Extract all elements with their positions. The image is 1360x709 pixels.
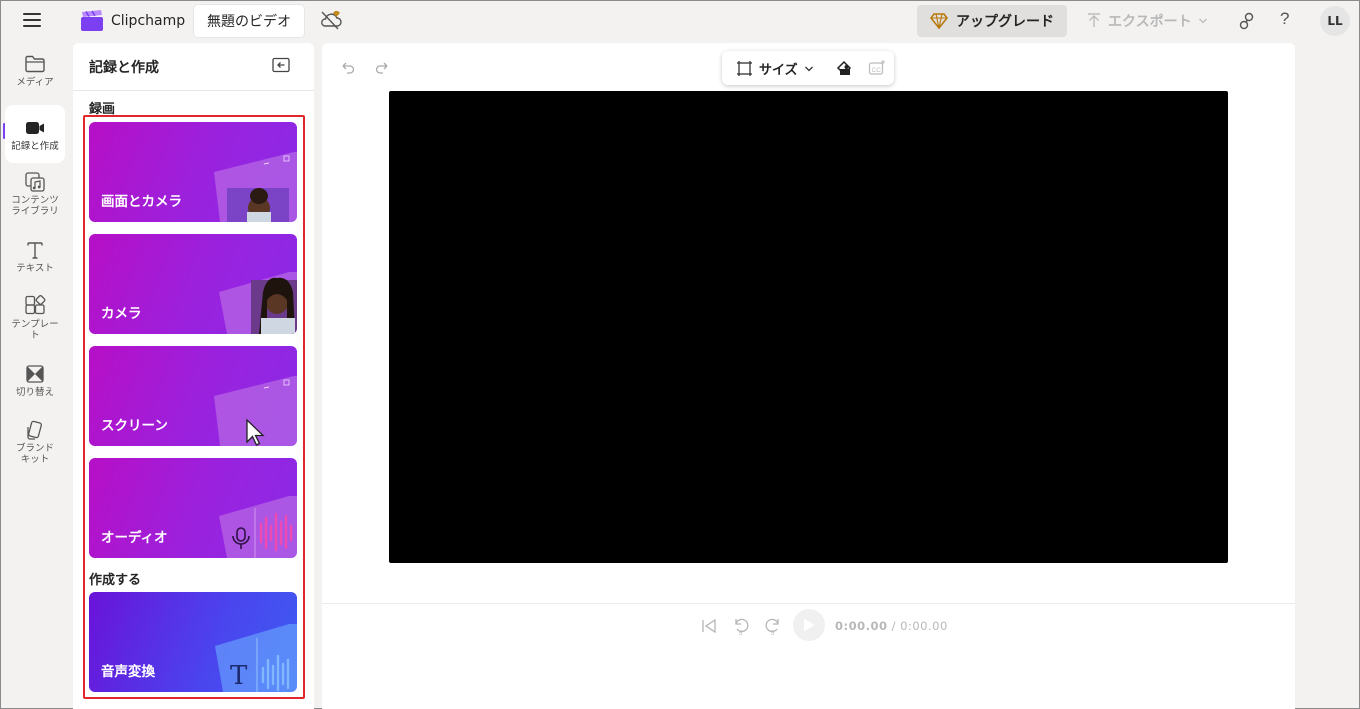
play-button[interactable] <box>793 609 825 641</box>
export-button[interactable]: エクスポート <box>1086 5 1216 37</box>
upgrade-label: アップグレード <box>956 14 1054 30</box>
rail-label: メディア <box>16 77 54 88</box>
top-bar: Clipchamp 無題のビデオ アップグレード エクスポート ? LL <box>1 1 1359 41</box>
chevron-down-icon <box>804 66 813 71</box>
rewind-5s-icon[interactable]: 5 <box>732 616 750 636</box>
export-label: エクスポート <box>1108 14 1192 30</box>
screen-and-camera-card[interactable]: 画面とカメラ <box>89 122 297 222</box>
card-label: 画面とカメラ <box>101 194 182 210</box>
text-to-speech-card[interactable]: T 音声変換 <box>89 592 297 692</box>
rail-label: ライブラリ <box>11 205 59 217</box>
record-create-panel: 記録と作成 録画 画面とカメラ カメラ スクリーン オーディオ 作成する T 音… <box>73 43 314 709</box>
rail-item-brand-kit[interactable]: ブランド キット <box>5 419 65 465</box>
content-library-icon <box>25 172 45 192</box>
current-time: 0:00.00 <box>835 619 888 633</box>
chevron-down-icon <box>1198 18 1207 24</box>
transitions-icon <box>26 365 44 383</box>
camera-card[interactable]: カメラ <box>89 234 297 334</box>
screen-camera-illustration-icon <box>214 152 297 222</box>
resize-icon <box>737 61 752 76</box>
clipchamp-logo-icon <box>81 10 103 31</box>
folder-icon <box>25 55 45 73</box>
rail-label: テキスト <box>16 263 54 274</box>
rail-label: ト <box>30 329 40 341</box>
playback-controls: 5 5 0:00.00 / 0:00.00 <box>700 609 960 643</box>
time-separator: / <box>887 619 901 633</box>
avatar[interactable]: LL <box>1320 6 1350 36</box>
rail-label: ブランド <box>15 443 54 454</box>
aspect-ratio-button[interactable]: サイズ <box>736 59 814 78</box>
project-title-field[interactable]: 無題のビデオ <box>194 5 304 37</box>
skip-seconds-label: 5 <box>771 631 775 636</box>
audio-card[interactable]: オーディオ <box>89 458 297 558</box>
captions-icon[interactable]: CC <box>868 59 886 77</box>
card-label: スクリーン <box>101 418 168 434</box>
collapse-panel-icon[interactable] <box>272 57 290 73</box>
skip-to-start-icon[interactable] <box>700 616 718 636</box>
total-time: 0:00.00 <box>900 619 948 633</box>
rail-item-text[interactable]: テキスト <box>5 239 65 275</box>
card-label: カメラ <box>101 306 142 322</box>
hamburger-menu-icon[interactable] <box>23 13 41 27</box>
editor-area: サイズ CC 5 5 0:00.00 / 0:00.00 <box>322 43 1295 709</box>
divider <box>322 603 1295 604</box>
play-icon <box>804 618 815 632</box>
rail-label: 切り替え <box>15 387 54 398</box>
screen-illustration-icon <box>214 376 297 446</box>
cloud-sync-off-icon[interactable] <box>319 9 343 31</box>
text-glyph: T <box>230 661 248 691</box>
section-label-create: 作成する <box>89 573 142 588</box>
forward-5s-icon[interactable]: 5 <box>764 616 782 636</box>
text-to-speech-illustration-icon: T <box>215 624 297 692</box>
rail-item-media[interactable]: メディア <box>5 53 65 89</box>
camera-illustration-icon <box>219 272 297 334</box>
audio-illustration-icon <box>219 496 297 558</box>
left-nav-rail: メディア 記録と作成 コンテンツ ライブラリ テキスト テンプレー ト 切り替え… <box>1 43 71 709</box>
rail-item-record-create[interactable]: 記録と作成 <box>5 105 65 163</box>
templates-icon <box>25 295 46 315</box>
divider <box>73 90 314 91</box>
rail-item-transitions[interactable]: 切り替え <box>5 363 65 399</box>
rail-label: 記録と作成 <box>11 141 59 152</box>
rail-label: コンテンツ <box>11 195 59 206</box>
help-icon[interactable]: ? <box>1280 9 1289 29</box>
rail-label: キット <box>20 453 50 465</box>
video-preview-canvas[interactable] <box>389 91 1228 563</box>
text-icon <box>27 242 43 259</box>
card-label: 音声変換 <box>101 664 155 680</box>
rail-item-content-library[interactable]: コンテンツ ライブラリ <box>5 171 65 217</box>
undo-icon[interactable] <box>338 57 356 75</box>
upload-icon <box>1088 13 1100 27</box>
screen-card[interactable]: スクリーン <box>89 346 297 446</box>
background-fill-icon[interactable] <box>835 59 853 77</box>
diamond-icon <box>930 13 948 29</box>
canvas-toolbar: サイズ CC <box>722 51 894 85</box>
upgrade-button[interactable]: アップグレード <box>917 5 1067 37</box>
brand-kit-icon <box>27 420 42 440</box>
section-label-record: 録画 <box>89 102 116 117</box>
share-icon[interactable] <box>1237 11 1257 31</box>
redo-icon[interactable] <box>374 57 392 75</box>
premium-gem-icon <box>333 11 340 17</box>
rail-item-templates[interactable]: テンプレー ト <box>5 295 65 341</box>
rail-label: テンプレー <box>11 319 59 330</box>
video-camera-icon <box>26 122 44 134</box>
app-brand: Clipchamp <box>111 13 186 29</box>
playback-time: 0:00.00 / 0:00.00 <box>835 619 948 633</box>
card-label: オーディオ <box>101 530 168 546</box>
cc-glyph: CC <box>872 67 882 74</box>
panel-title: 記録と作成 <box>89 60 159 76</box>
size-label: サイズ <box>759 63 798 78</box>
